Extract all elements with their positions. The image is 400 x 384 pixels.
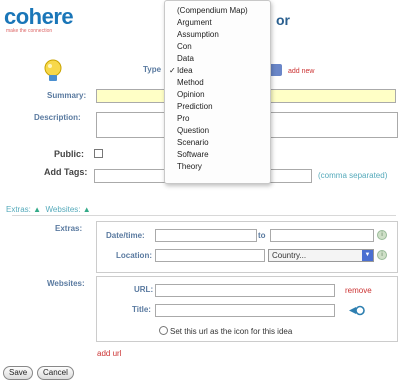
- menu-item[interactable]: Idea: [177, 66, 193, 76]
- country-select-value: Country...: [272, 251, 307, 260]
- link-icon[interactable]: [348, 305, 366, 316]
- cohere-logo[interactable]: cohere make the connection: [4, 6, 84, 36]
- save-button[interactable]: Save: [3, 366, 34, 380]
- lightbulb-icon: [44, 59, 62, 81]
- description-label: Description:: [34, 113, 81, 122]
- country-select[interactable]: Country... ▼: [268, 249, 374, 262]
- set-icon-option[interactable]: Set this url as the icon for this idea: [159, 326, 292, 336]
- logo-wordmark: cohere: [4, 4, 74, 29]
- extras-toggle-label[interactable]: Extras:: [6, 205, 31, 214]
- menu-item[interactable]: Data: [177, 54, 194, 64]
- datetime-start-input[interactable]: [155, 229, 257, 242]
- set-icon-label: Set this url as the icon for this idea: [170, 327, 293, 336]
- websites-label: Websites:: [47, 279, 85, 288]
- menu-item[interactable]: Assumption: [177, 30, 219, 40]
- set-icon-radio[interactable]: [159, 326, 168, 335]
- cancel-button[interactable]: Cancel: [37, 366, 74, 380]
- menu-item[interactable]: Method: [177, 78, 204, 88]
- url-label: URL:: [134, 285, 154, 294]
- url-input[interactable]: [155, 284, 335, 297]
- menu-item[interactable]: Theory: [177, 162, 202, 172]
- location-input[interactable]: [155, 249, 265, 262]
- add-url-link[interactable]: add url: [97, 349, 121, 358]
- summary-label: Summary:: [47, 91, 87, 100]
- location-label: Location:: [116, 251, 152, 260]
- select-arrows-icon: ▼: [362, 250, 373, 261]
- to-label: to: [258, 231, 266, 240]
- url-title-input[interactable]: [155, 304, 335, 317]
- type-label: Type: [143, 65, 162, 74]
- remove-url-link[interactable]: remove: [345, 286, 372, 295]
- public-checkbox[interactable]: [94, 149, 103, 158]
- expand-triangle-icon[interactable]: ▲: [83, 205, 91, 214]
- menu-item[interactable]: Opinion: [177, 90, 205, 100]
- menu-item[interactable]: (Compendium Map): [177, 6, 248, 16]
- expand-triangle-icon[interactable]: ▲: [33, 205, 41, 214]
- page-title-fragment: or: [276, 12, 290, 28]
- add-tags-label: Add Tags:: [44, 167, 88, 177]
- menu-item[interactable]: Prediction: [177, 102, 213, 112]
- websites-toggle-label[interactable]: Websites:: [46, 205, 81, 214]
- tags-hint: (comma separated): [318, 171, 388, 180]
- type-dropdown-menu[interactable]: (Compendium Map) Argument Assumption Con Dat…: [164, 0, 271, 184]
- menu-item[interactable]: Software: [177, 150, 209, 160]
- public-label: Public:: [54, 149, 85, 159]
- extras-label: Extras:: [55, 224, 83, 233]
- menu-item[interactable]: Con: [177, 42, 192, 52]
- menu-item[interactable]: Pro: [177, 114, 189, 124]
- datetime-label: Date/time:: [106, 231, 145, 240]
- url-title-label: Title:: [132, 305, 151, 314]
- divider: [12, 215, 396, 216]
- menu-item[interactable]: Argument: [177, 18, 212, 28]
- checkmark-icon: ✓: [169, 66, 176, 75]
- info-icon[interactable]: i: [377, 250, 387, 260]
- section-toggles: Extras: ▲ Websites: ▲: [6, 205, 91, 214]
- info-icon[interactable]: i: [377, 230, 387, 240]
- datetime-end-input[interactable]: [270, 229, 374, 242]
- menu-item[interactable]: Question: [177, 126, 209, 136]
- add-new-type-link[interactable]: add new: [288, 68, 314, 75]
- menu-item[interactable]: Scenario: [177, 138, 209, 148]
